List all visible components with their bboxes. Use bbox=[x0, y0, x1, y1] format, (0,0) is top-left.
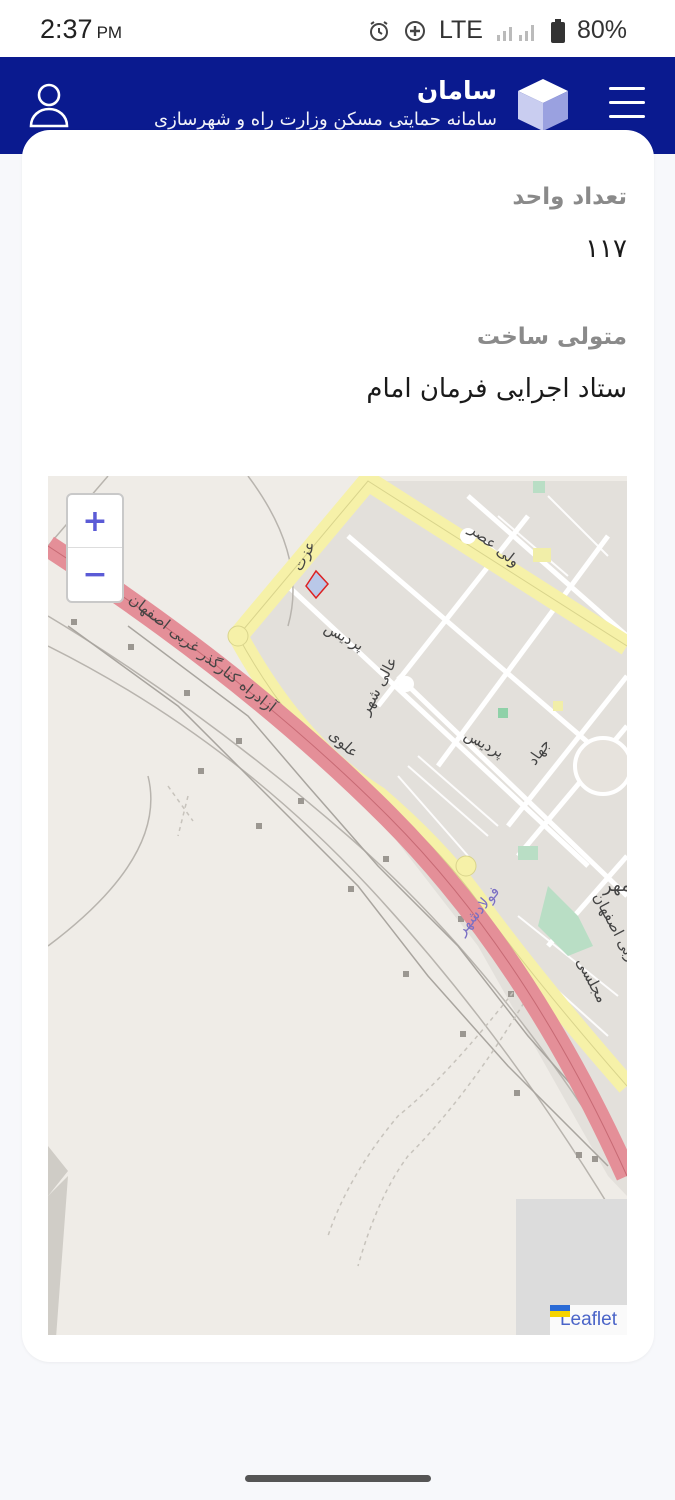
header-titles: سامان سامانه حمایتی مسکن وزارت راه و شهر… bbox=[154, 75, 497, 133]
zoom-in-button[interactable]: + bbox=[68, 495, 122, 548]
app-title: سامان bbox=[416, 76, 497, 105]
units-count-label: تعداد واحد bbox=[512, 184, 627, 210]
ukraine-flag-icon bbox=[549, 1305, 570, 1317]
home-indicator[interactable] bbox=[245, 1475, 431, 1482]
location-map[interactable]: آزادراه کنارگذر غربی اصفهان کنارگذر غربی… bbox=[48, 476, 627, 1335]
signal-icon bbox=[496, 24, 534, 41]
units-count-value: ۱۱۷ bbox=[585, 234, 627, 264]
user-icon[interactable] bbox=[28, 82, 70, 128]
map-tiles: آزادراه کنارگذر غربی اصفهان کنارگذر غربی… bbox=[48, 476, 627, 1335]
battery-level: 80% bbox=[576, 16, 627, 44]
status-icons: LTE 80% bbox=[367, 16, 627, 45]
zoom-out-button[interactable]: − bbox=[68, 548, 122, 600]
cube-logo-icon bbox=[518, 79, 568, 131]
zoom-control: + − bbox=[66, 493, 124, 603]
alarm-icon bbox=[369, 20, 388, 41]
label-mehr: مهر bbox=[602, 875, 627, 896]
menu-icon[interactable] bbox=[609, 87, 645, 121]
status-time: 2:37 PM bbox=[40, 14, 123, 44]
builder-label: متولی ساخت bbox=[476, 324, 627, 350]
map-attribution: Leaflet bbox=[549, 1305, 627, 1335]
battery-icon bbox=[550, 18, 565, 43]
status-bar: 2:37 PM LTE 80% bbox=[0, 0, 675, 57]
data-saver-icon bbox=[404, 20, 425, 41]
network-type: LTE bbox=[438, 16, 483, 44]
builder-value: ستاد اجرایی فرمان امام bbox=[366, 374, 627, 404]
